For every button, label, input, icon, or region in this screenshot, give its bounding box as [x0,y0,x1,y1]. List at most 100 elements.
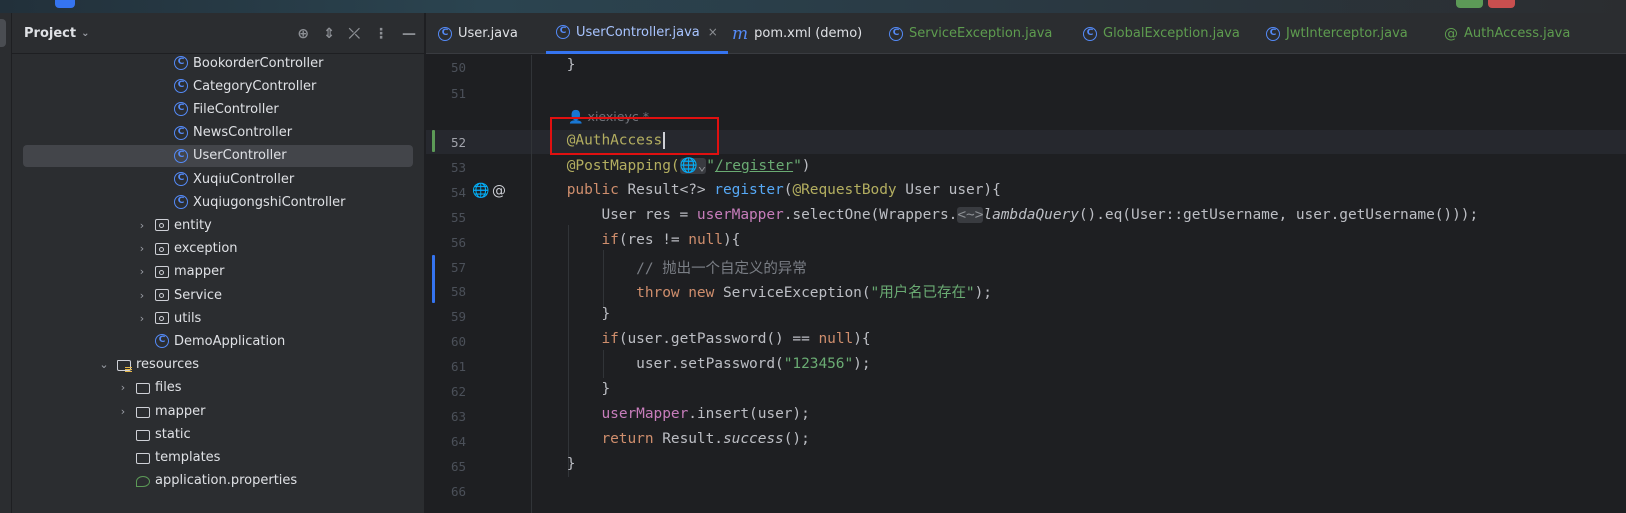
more-options-icon[interactable]: ⋮ [374,26,388,42]
expand-all-icon[interactable]: ⇕ [323,26,335,42]
code-line[interactable]: if(res != null){ [532,232,740,248]
folder-icon [136,429,150,441]
tree-item[interactable]: C NewsController [12,122,413,144]
line-number: 51 [450,86,466,101]
line-number: 62 [450,384,466,399]
chevron-right-icon[interactable]: › [135,242,149,255]
tree-item-label: Service [174,287,223,303]
line-number: 61 [450,359,466,375]
code-line[interactable]: } [532,57,576,73]
code-token: Result. [662,430,723,447]
tree-item-label: exception [174,241,238,257]
spring-endpoint-icon[interactable]: 🌐 [472,183,489,199]
code-line[interactable]: // 抛出一个自定义的异常 [532,257,807,278]
code-token: "123456" [783,356,854,373]
tree-item-label: CategoryController [193,78,317,94]
tree-item[interactable]: C CategoryController [12,75,413,97]
chevron-right-icon[interactable]: › [116,381,130,394]
code-token: // 抛出一个自定义的异常 [532,260,807,277]
tree-item[interactable]: › mapper [12,261,413,283]
code-line[interactable]: @PostMapping(🌐⌄"/register") [532,157,810,174]
code-token: } [532,455,576,472]
class-icon: C [174,102,188,117]
tree-item-label: FileController [193,101,279,117]
line-number: 50 [450,60,466,75]
code-line[interactable]: user.setPassword("123456"); [532,356,870,373]
chevron-right-icon[interactable]: › [135,289,149,302]
code-token: User user){ [905,181,1001,198]
class-icon: C [1266,26,1280,41]
inlay-hint: <~> [957,206,984,223]
code-line[interactable]: throw new ServiceException("用户名已存在"); [532,281,992,302]
close-icon[interactable]: × [708,25,718,39]
chevron-down-icon[interactable]: ⌄ [97,358,111,371]
code-line[interactable]: User res = userMapper.selectOne(Wrappers… [532,206,1478,223]
tree-item[interactable]: › files [12,377,413,399]
tree-item[interactable]: templates [12,446,413,468]
tree-item[interactable]: C FileController [12,98,413,120]
project-tool-button[interactable] [0,19,6,47]
problems-badge[interactable] [1488,0,1515,8]
tree-item[interactable]: › entity [12,214,413,236]
locate-icon[interactable]: ⊕ [297,26,309,42]
title-bar [0,0,1626,13]
tool-window-strip [0,13,12,513]
code-line[interactable]: } [532,455,576,472]
code-line[interactable]: public Result<?> register(@RequestBody U… [532,182,1001,198]
tree-item-label: DemoApplication [174,333,286,349]
tree-item[interactable]: C XuqiugongshiController [12,191,413,213]
tab[interactable]: C GlobalException.java [1083,13,1240,54]
tab-label: AuthAccess.java [1464,26,1571,41]
code-token: if [532,231,619,248]
code-token: return [532,430,663,447]
tree-item-label: static [155,426,191,442]
annotation-icon[interactable]: @ [492,183,506,199]
tree-item[interactable]: C DemoApplication [12,330,413,352]
collapse-all-icon[interactable]: ⤫ [349,26,360,42]
vcs-badge[interactable] [1456,0,1483,8]
tab[interactable]: @ AuthAccess.java [1444,13,1570,54]
project-badge[interactable] [55,0,75,8]
tree-item[interactable]: › Service [12,284,413,306]
tree-item[interactable]: ⌄ resources [12,354,413,376]
tab[interactable]: m pom.xml (demo) [732,13,862,54]
tree-item[interactable]: › utils [12,307,413,329]
code-line[interactable]: } [532,381,610,397]
tree-item[interactable]: application.properties [12,470,413,492]
tab[interactable]: C UserController.java × [546,13,728,54]
code-token: success [722,430,784,447]
editor-tabs: C User.java C UserController.java × m pom.xml … [426,13,1626,54]
code-line[interactable]: return Result.success(); [532,430,809,447]
chevron-right-icon[interactable]: › [135,219,149,232]
tab[interactable]: C JwtInterceptor.java [1266,13,1408,54]
code-line[interactable]: if(user.getPassword() == null){ [532,331,870,347]
tab[interactable]: C ServiceException.java [889,13,1052,54]
line-number: 53 [450,159,466,175]
code-token: ){ [723,231,741,248]
tree-item[interactable]: static [12,423,413,445]
tree-item[interactable]: › mapper [12,400,413,422]
code-line[interactable]: } [532,306,610,322]
package-icon [155,219,169,232]
code-line[interactable]: userMapper.insert(user); [532,406,809,422]
project-title[interactable]: Project [24,26,76,41]
highlight-box [550,117,719,155]
code-token: userMapper [696,206,784,223]
tab-label: ServiceException.java [909,26,1053,41]
tree-item[interactable]: C UserController [23,144,413,167]
class-icon: C [174,172,188,186]
chevron-right-icon[interactable]: › [135,312,149,325]
tab[interactable]: C User.java [438,13,518,54]
class-icon: C [889,26,903,41]
tree-item[interactable]: › exception [12,238,413,260]
chevron-right-icon[interactable]: › [135,265,149,278]
minimize-icon[interactable]: — [402,26,416,42]
class-icon: C [155,334,169,349]
tree-item[interactable]: C XuqiuController [12,168,413,190]
chevron-down-icon[interactable]: ⌄ [81,28,89,39]
line-number: 60 [450,334,466,350]
chevron-right-icon[interactable]: › [116,405,130,418]
code-token: User res = [532,206,697,223]
tree-item[interactable]: C BookorderController [12,52,413,74]
